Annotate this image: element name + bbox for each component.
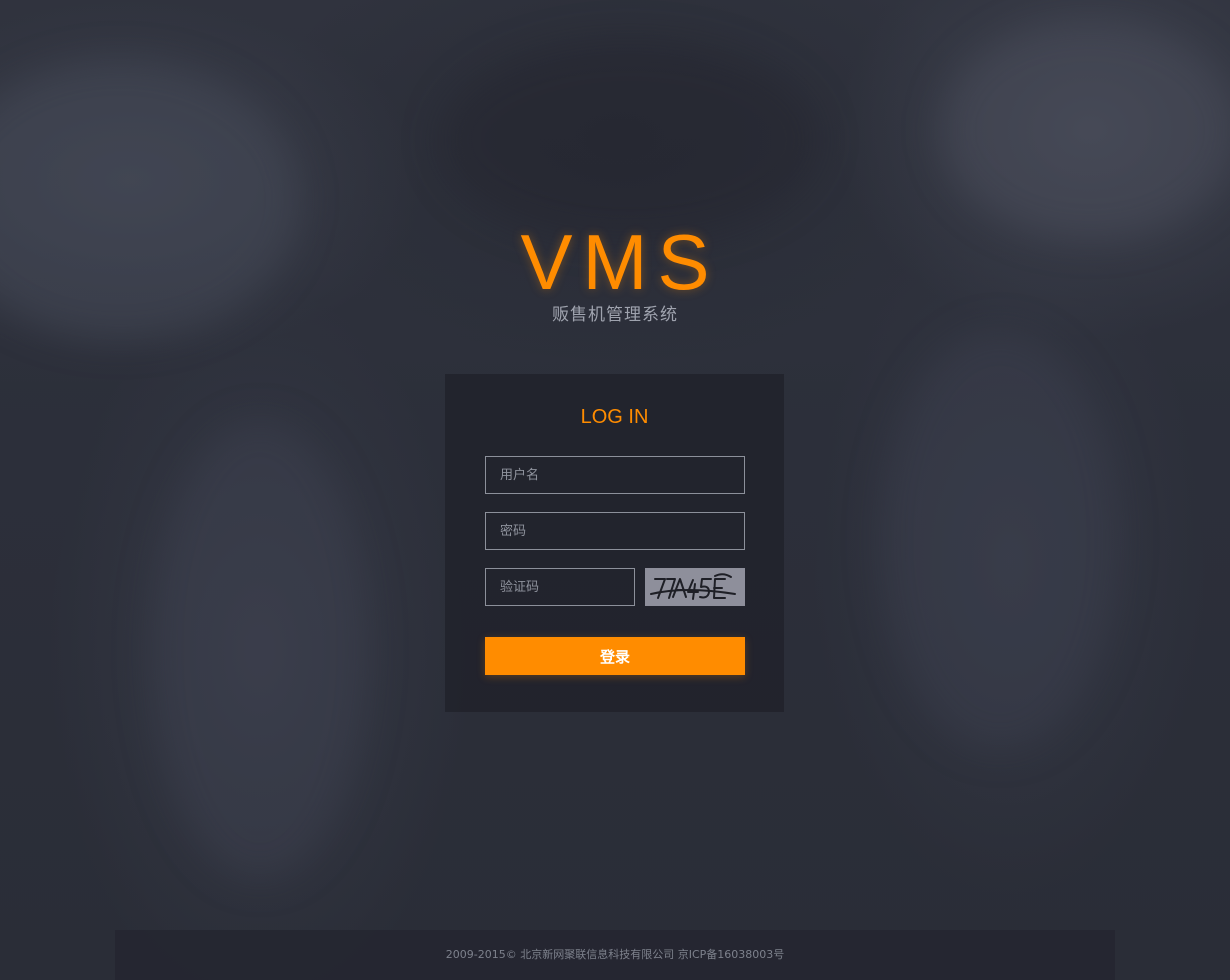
brand-header: VMS 贩售机管理系统 — [0, 218, 1230, 326]
app-logo-title: VMS — [520, 218, 720, 306]
login-button[interactable]: 登录 — [485, 637, 745, 675]
captcha-glyphs — [650, 573, 736, 600]
footer-copyright: 2009-2015© 北京新网聚联信息科技有限公司 京ICP备16038003号 — [445, 948, 785, 961]
password-input[interactable] — [485, 512, 745, 550]
app-subtitle: 贩售机管理系统 — [552, 305, 678, 325]
captcha-input[interactable] — [485, 568, 635, 606]
footer: 2009-2015© 北京新网聚联信息科技有限公司 京ICP备16038003号 — [115, 930, 1115, 980]
background-blur-shape — [880, 330, 1120, 750]
background-blur-shape — [940, 20, 1230, 240]
background-blur-shape — [440, 40, 820, 240]
login-heading: LOG IN — [580, 406, 649, 428]
login-panel: LOG IN 登录 — [445, 374, 784, 712]
username-input[interactable] — [485, 456, 745, 494]
captcha-image[interactable] — [645, 568, 745, 606]
background-blur-shape — [150, 420, 370, 880]
